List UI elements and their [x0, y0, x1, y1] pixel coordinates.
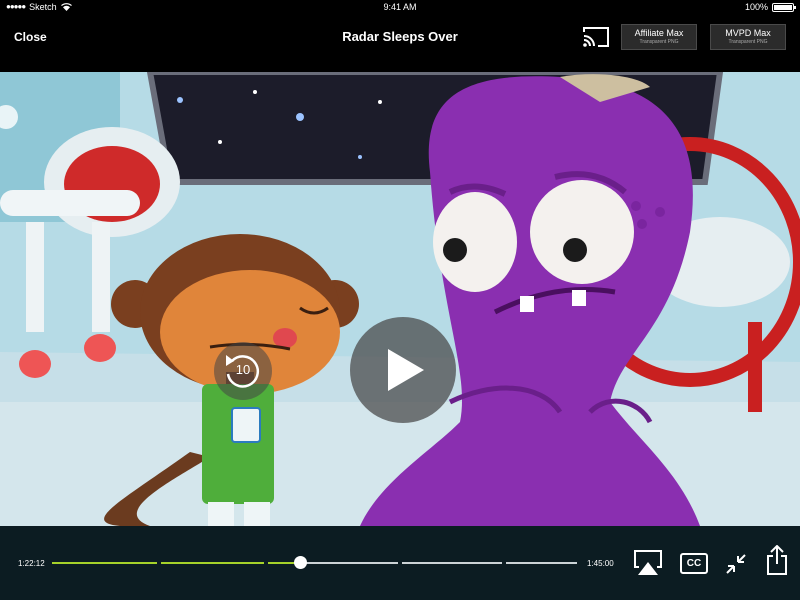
rewind-10-button[interactable]: 10 [214, 342, 272, 400]
play-button[interactable] [350, 317, 456, 423]
battery-percent: 100% [744, 2, 768, 12]
affiliate-logo-sublabel: Transparent PNG [639, 39, 679, 45]
top-bar: Close Radar Sleeps Over Affiliate Max Tr… [0, 14, 800, 72]
played-segment-1 [52, 562, 157, 564]
progress-track[interactable] [52, 562, 577, 564]
battery-icon [772, 2, 796, 12]
video-still [0, 72, 800, 526]
mvpd-logo-label: MVPD Max [725, 28, 771, 38]
remaining-segment-3 [506, 562, 577, 564]
scrubber-handle[interactable] [294, 556, 307, 569]
affiliate-logo-label: Affiliate Max [634, 28, 684, 38]
status-time: 9:41 AM [383, 2, 417, 12]
control-bar: 1:22:12 1:45:00 CC [0, 526, 800, 600]
mvpd-logo: MVPD Max Transparent PNG [710, 24, 786, 50]
rewind-seconds: 10 [235, 362, 251, 377]
played-segment-2 [161, 562, 264, 564]
minimize-icon[interactable] [725, 553, 747, 575]
airplay-icon[interactable] [634, 550, 662, 576]
remaining-segment-2 [402, 562, 502, 564]
play-icon [388, 349, 424, 391]
close-button[interactable]: Close [14, 30, 47, 44]
remaining-segment-1 [298, 562, 398, 564]
closed-captions-button[interactable]: CC [680, 553, 708, 574]
share-icon[interactable] [766, 545, 788, 575]
status-right: 100% [744, 0, 796, 14]
affiliate-logo: Affiliate Max Transparent PNG [621, 24, 697, 50]
mvpd-logo-sublabel: Transparent PNG [728, 39, 768, 45]
total-time: 1:45:00 [587, 559, 614, 568]
status-bar: ●●●●● Sketch 9:41 AM 100% [0, 0, 800, 14]
cast-icon[interactable] [582, 26, 610, 48]
video-frame[interactable]: 10 [0, 72, 800, 526]
current-time: 1:22:12 [18, 559, 45, 568]
